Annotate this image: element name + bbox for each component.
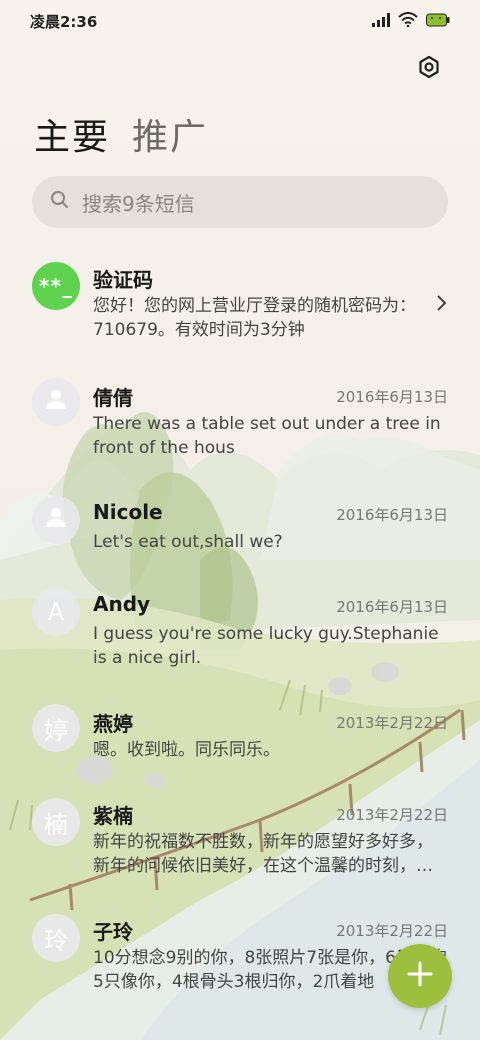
avatar: 玲 — [32, 914, 80, 962]
sender-name: 验证码 — [93, 268, 153, 292]
signal-icon — [372, 12, 390, 31]
status-bar: 凌晨2:36 — [0, 0, 480, 42]
tab-promotions[interactable]: 推广 — [132, 108, 208, 160]
avatar-text: 楠 — [44, 810, 68, 839]
avatar-text: 婷 — [44, 716, 68, 745]
avatar — [32, 378, 80, 426]
chevron-right-icon — [436, 294, 448, 316]
gear-icon — [417, 55, 441, 83]
search-placeholder: 搜索9条短信 — [82, 191, 195, 216]
avatar-text: **_ — [39, 274, 73, 298]
list-item[interactable]: 楠 紫楠 2013年2月22日 新年的祝福数不胜数，新年的愿望好多好多，新年的问… — [0, 798, 480, 908]
search-bar[interactable]: 搜索9条短信 — [32, 176, 448, 228]
settings-button[interactable] — [414, 54, 444, 84]
category-tabs: 主要 推广 — [34, 108, 208, 160]
list-item[interactable]: **_ 验证码 您好！您的网上营业厅登录的随机密码为：710679。有效时间为3… — [0, 252, 480, 362]
person-icon — [44, 505, 68, 535]
message-date: 2013年2月22日 — [336, 714, 448, 732]
list-item[interactable]: Nicole 2016年6月13日 Let's eat out,shall we… — [0, 486, 480, 576]
list-item[interactable]: 婷 燕婷 2013年2月22日 嗯。收到啦。同乐同乐。 — [0, 704, 480, 794]
avatar: 婷 — [32, 704, 80, 752]
sender-name: Andy — [93, 592, 151, 616]
list-item[interactable]: 倩倩 2016年6月13日 There was a table set out … — [0, 368, 480, 478]
avatar: 楠 — [32, 798, 80, 846]
sender-name: 倩倩 — [93, 386, 133, 410]
message-date: 2016年6月13日 — [336, 388, 448, 406]
message-preview: 嗯。收到啦。同乐同乐。 — [93, 740, 280, 760]
message-preview: 您好！您的网上营业厅登录的随机密码为：710679。有效时间为3分钟 — [93, 296, 416, 340]
search-icon — [50, 190, 70, 214]
message-date: 2016年6月13日 — [336, 598, 448, 616]
message-preview: I guess you're some lucky guy.Stephanie … — [93, 624, 439, 668]
message-preview: 新年的祝福数不胜数，新年的愿望好多好多，新年的问候依旧美好，在这个温馨的时刻，… — [93, 832, 433, 876]
avatar: **_ — [32, 262, 80, 310]
sender-name: 子玲 — [93, 920, 133, 944]
sender-name: 紫楠 — [93, 804, 133, 828]
plus-icon — [406, 960, 434, 992]
avatar-text: 玲 — [44, 926, 68, 955]
status-icons — [372, 11, 450, 31]
sender-name: 燕婷 — [93, 712, 133, 736]
avatar — [32, 496, 80, 544]
compose-button[interactable] — [388, 944, 452, 1008]
message-date: 2013年2月22日 — [336, 922, 448, 940]
message-date: 2016年6月13日 — [336, 506, 448, 524]
message-date: 2013年2月22日 — [336, 806, 448, 824]
sender-name: Nicole — [93, 500, 163, 524]
person-icon — [44, 387, 68, 417]
message-preview: There was a table set out under a tree i… — [93, 414, 441, 458]
status-time: 凌晨2:36 — [30, 12, 98, 31]
avatar-text: A — [47, 598, 65, 626]
wifi-icon — [398, 11, 418, 31]
list-item[interactable]: A Andy 2016年6月13日 I guess you're some lu… — [0, 588, 480, 688]
tab-primary[interactable]: 主要 — [34, 108, 110, 160]
message-preview: Let's eat out,shall we? — [93, 532, 283, 552]
avatar: A — [32, 588, 80, 636]
battery-icon — [426, 12, 450, 31]
